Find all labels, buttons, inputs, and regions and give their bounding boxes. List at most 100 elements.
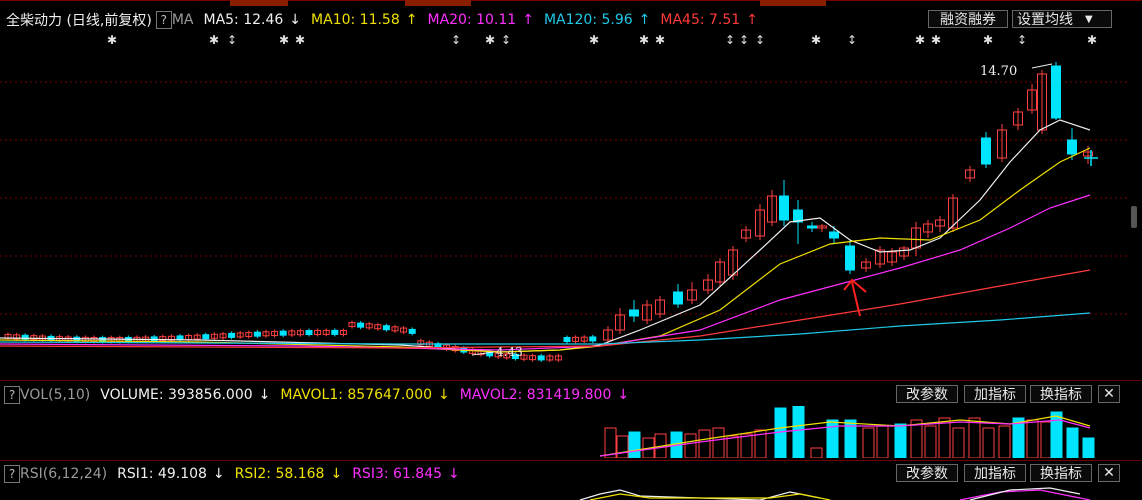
candle-body: [228, 332, 236, 338]
event-marker-icon: ↕: [451, 33, 461, 47]
rsi-header: ? RSI(6,12,24) RSI1: 49.108 ↓ RSI2: 58.1…: [0, 463, 460, 485]
candle-body: [253, 331, 261, 337]
candle-body: [1067, 139, 1077, 155]
candle-body: [357, 322, 365, 328]
chevron-down-icon: ▼: [1085, 13, 1093, 25]
rsi1-arrow-icon: ↓: [212, 466, 225, 482]
volume-bar: [982, 427, 995, 458]
scroll-handle[interactable]: [1131, 206, 1137, 228]
volume-bar: [876, 425, 889, 458]
event-marker-icon: ↕: [725, 33, 735, 47]
volume-bar: [726, 435, 739, 458]
margin-trading-button[interactable]: 融资融券: [928, 10, 1008, 28]
event-marker-icon: ✱: [1087, 33, 1097, 47]
volume-bar: [1066, 427, 1079, 458]
candle-body: [845, 245, 855, 271]
rsi2-arrow-icon: ↓: [330, 466, 343, 482]
candle-body: [537, 355, 545, 361]
event-marker-icon: ✱: [279, 33, 289, 47]
candle-body: [202, 334, 210, 340]
volume-add-indicator-button[interactable]: 加指标: [964, 385, 1026, 403]
ma20-arrow-icon: ↑: [522, 12, 534, 28]
event-marker-icon: ✱: [655, 33, 665, 47]
volume-chart: [599, 406, 1095, 458]
event-marker-icon: ↕: [1017, 33, 1027, 47]
volume-help-icon[interactable]: ?: [4, 386, 20, 404]
ma5-line: [0, 119, 1091, 353]
ma5-value: MA5: 12.46: [203, 12, 284, 28]
rsi-indicator-name: RSI(6,12,24): [20, 466, 108, 482]
volume-bar: [862, 427, 875, 458]
volume-bar: [810, 447, 823, 458]
volume-switch-indicator-button[interactable]: 换指标: [1030, 385, 1092, 403]
candle-body: [305, 330, 313, 336]
candle-body: [589, 336, 597, 342]
candle-body: [629, 309, 639, 317]
candle-body: [408, 328, 416, 334]
volume-bar: [684, 433, 697, 458]
rsi-help-icon[interactable]: ?: [4, 465, 20, 483]
rsi-switch-indicator-button[interactable]: 换指标: [1030, 464, 1092, 482]
event-marker-icon: ✱: [107, 33, 117, 47]
ma45-arrow-icon: ↑: [746, 12, 758, 28]
low-price-label: 4.43: [496, 345, 523, 359]
volume-bar: [712, 427, 725, 458]
volume-close-icon[interactable]: ✕: [1098, 385, 1120, 403]
rsi1-value: RSI1: 49.108: [117, 466, 207, 482]
mavol2-arrow-icon: ↓: [617, 387, 630, 403]
event-marker-icon: ✱: [811, 33, 821, 47]
rsi-add-indicator-button[interactable]: 加指标: [964, 464, 1026, 482]
volume-bar: [998, 425, 1011, 458]
ma20-value: MA20: 10.11: [427, 12, 517, 28]
high-pointer-line: [1031, 63, 1053, 69]
ma20-line: [0, 194, 1091, 351]
volume-bar: [792, 406, 805, 458]
volume-params-button[interactable]: 改参数: [896, 385, 958, 403]
event-marker-icon: ✱: [589, 33, 599, 47]
candle-body: [981, 137, 991, 165]
candle-body: [829, 231, 839, 239]
volume-bar: [826, 419, 839, 458]
volume-value: VOLUME: 393856.000: [100, 387, 253, 403]
event-marker-icon: ↕: [755, 33, 765, 47]
volume-arrow-icon: ↓: [258, 387, 271, 403]
mavol2-value: MAVOL2: 831419.800: [459, 387, 612, 403]
ma120-value: MA120: 5.96: [543, 12, 633, 28]
rsi1-line: [969, 487, 1081, 500]
volume-bar: [1050, 411, 1063, 458]
ma10-value: MA10: 11.58: [311, 12, 400, 28]
ma10-arrow-icon: ↑: [405, 12, 418, 28]
high-price-label: 14.70: [980, 64, 1017, 79]
ma-settings-button[interactable]: 设置均线 ▼: [1012, 10, 1112, 28]
candle-body: [673, 291, 683, 305]
volume-bar: [698, 429, 711, 458]
ma120-arrow-icon: ↑: [638, 12, 651, 28]
rsi-chart: [579, 487, 1091, 500]
candle-body: [807, 225, 817, 229]
ma10-line: [0, 147, 1091, 353]
volume-bar: [968, 417, 981, 458]
volume-bar: [1040, 421, 1053, 458]
mavol1-arrow-icon: ↓: [438, 387, 450, 403]
volume-bar: [952, 427, 965, 458]
rsi-close-icon[interactable]: ✕: [1098, 464, 1120, 482]
event-marker-icon: ✱: [295, 33, 305, 47]
volume-bar: [1026, 419, 1039, 458]
help-icon[interactable]: ?: [155, 11, 172, 29]
ma45-value: MA45: 7.51: [660, 12, 741, 28]
candle-body: [1051, 65, 1061, 119]
rsi3-value: RSI3: 61.845: [352, 466, 443, 482]
ma5-arrow-icon: ↓: [289, 12, 302, 28]
volume-bar: [894, 423, 907, 458]
event-marker-icon: ✱: [485, 33, 495, 47]
event-marker-icon: ✱: [983, 33, 993, 47]
rsi-params-button[interactable]: 改参数: [896, 464, 958, 482]
candle-body: [279, 330, 287, 336]
candle-body: [779, 195, 789, 221]
event-marker-icon: ✱: [209, 33, 219, 47]
candle-body: [563, 336, 571, 342]
volume-bar: [740, 433, 753, 458]
event-marker-icon: ✱: [639, 33, 649, 47]
event-marker-icon: ↕: [501, 33, 511, 47]
volume-bar: [924, 425, 937, 458]
